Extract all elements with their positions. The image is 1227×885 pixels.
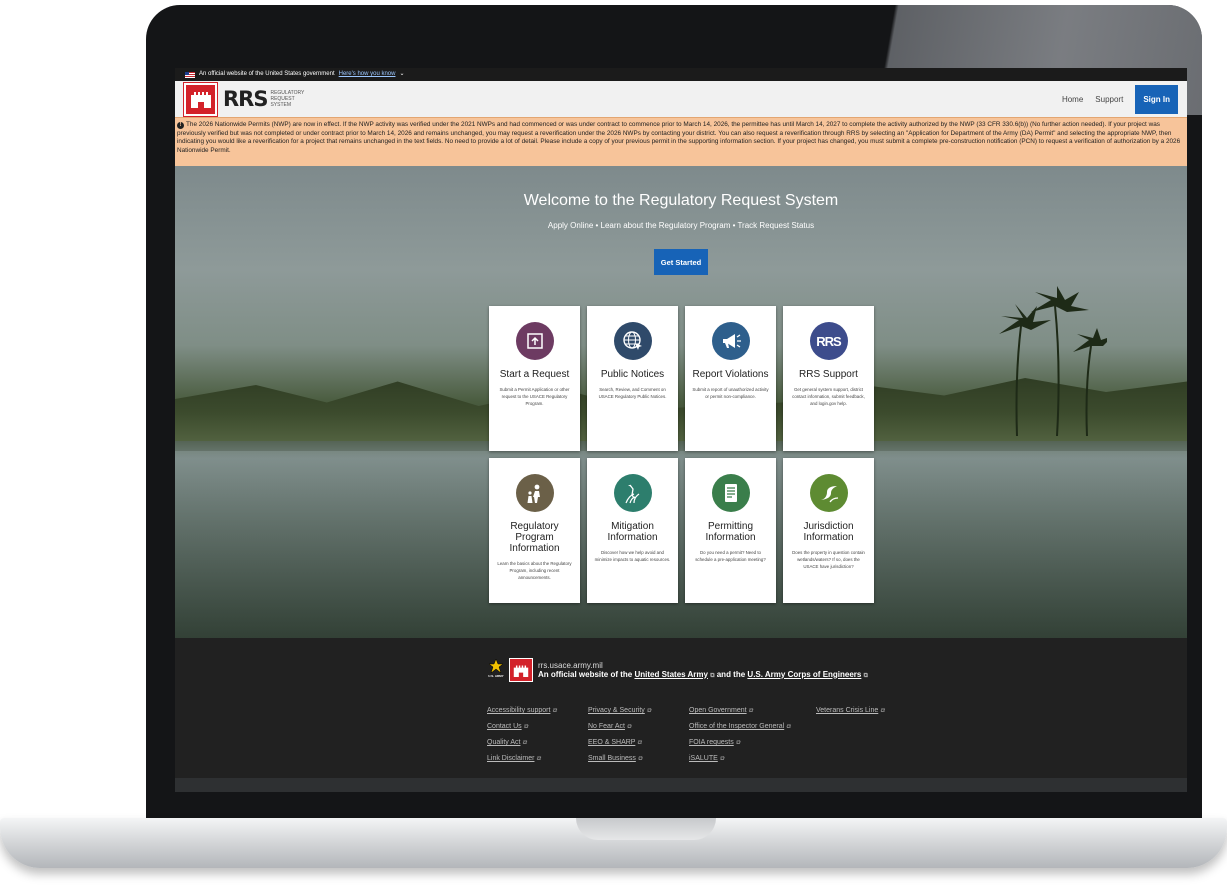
card-title: Start a Request xyxy=(499,369,570,380)
external-link-icon: ⧉ xyxy=(735,740,740,746)
alert-icon: ! xyxy=(177,122,184,129)
hero-background-palms xyxy=(999,286,1107,436)
nav-support-link[interactable]: Support xyxy=(1095,95,1123,104)
card-description: Submit a Permit Application or other req… xyxy=(499,387,570,406)
site-header: RRS REGULATORY REQUEST SYSTEM Home Suppo… xyxy=(175,81,1187,117)
feature-cards: Start a Request Submit a Permit Applicat… xyxy=(489,306,874,603)
bird-plant-icon xyxy=(613,474,652,512)
external-link-icon: ⧉ xyxy=(710,672,715,679)
footer-link[interactable]: Small Business xyxy=(588,755,636,762)
card-start-a-request[interactable]: Start a Request Submit a Permit Applicat… xyxy=(489,306,580,451)
us-flag-icon xyxy=(185,71,195,78)
card-title: Report Violations xyxy=(692,369,769,380)
card-public-notices[interactable]: Public Notices Search, Review, and Comme… xyxy=(587,306,678,451)
card-title: Public Notices xyxy=(600,369,665,380)
get-started-button[interactable]: Get Started xyxy=(654,249,708,275)
browser-screen: An official website of the United States… xyxy=(175,68,1187,792)
gov-banner-text: An official website of the United States… xyxy=(199,71,335,77)
chevron-down-icon[interactable]: ⌄ xyxy=(399,68,404,81)
globe-cursor-icon xyxy=(613,322,652,360)
site-footer: U.S. ARMY rrs.usace.army.mil An official… xyxy=(175,638,1187,778)
external-link-icon: ⧉ xyxy=(536,756,541,762)
footer-link[interactable]: Contact Us xyxy=(487,723,522,730)
card-description: Search, Review, and Comment on USACE Reg… xyxy=(598,387,667,399)
card-title: RRS Support xyxy=(799,369,858,380)
external-link-icon: ⧉ xyxy=(646,708,652,714)
external-link-icon: ⧉ xyxy=(637,740,642,746)
card-mitigation-information[interactable]: Mitigation Information Discover how we h… xyxy=(587,458,678,603)
card-title: Jurisdiction Information xyxy=(803,521,854,543)
usace-castle-logo-footer[interactable] xyxy=(509,658,533,682)
external-link-icon: ⧉ xyxy=(626,724,632,730)
and-the-text: and the xyxy=(716,669,746,679)
people-icon xyxy=(515,474,554,512)
card-permitting-information[interactable]: Permitting Information Do you need a per… xyxy=(685,458,776,603)
card-description: Do you need a permit? Need to schedule a… xyxy=(695,550,766,562)
card-description: Discover how we help avoid and minimize … xyxy=(594,550,671,562)
footer-link[interactable]: Veterans Crisis Line xyxy=(816,707,878,714)
footer-link[interactable]: FOIA requests xyxy=(689,739,734,746)
army-corps-of-engineers-link[interactable]: U.S. Army Corps of Engineers xyxy=(747,670,861,679)
us-army-star-icon[interactable]: U.S. ARMY xyxy=(487,658,505,682)
external-link-icon: ⧉ xyxy=(863,672,868,679)
footer-link[interactable]: Office of the Inspector General xyxy=(689,723,784,730)
card-jurisdiction-information[interactable]: Jurisdiction Information Does the proper… xyxy=(783,458,874,603)
footer-link[interactable]: Accessibility support xyxy=(487,707,550,714)
external-link-icon: ⧉ xyxy=(748,708,753,714)
hero-subtitle: Apply Online • Learn about the Regulator… xyxy=(547,221,815,230)
heres-how-you-know-link[interactable]: Here's how you know xyxy=(339,68,396,81)
hero-section: Welcome to the Regulatory Request System… xyxy=(175,166,1187,638)
united-states-army-link[interactable]: United States Army xyxy=(634,670,708,679)
usace-castle-logo[interactable] xyxy=(184,82,217,116)
nav-home-link[interactable]: Home xyxy=(1062,95,1083,104)
footer-link[interactable]: Link Disclaimer xyxy=(487,755,534,762)
megaphone-icon xyxy=(711,322,750,360)
landscape-icon xyxy=(809,474,848,512)
footer-links: Accessibility support ⧉ Privacy & Securi… xyxy=(487,707,936,763)
rrs-icon: RRS xyxy=(809,322,848,360)
external-link-icon: ⧉ xyxy=(719,756,725,762)
nwp-alert-banner: ! The 2026 Nationwide Permits (NWP) are n… xyxy=(175,117,1187,166)
card-title: Mitigation Information xyxy=(607,521,658,543)
upload-icon xyxy=(515,322,554,360)
footer-link[interactable]: Privacy & Security xyxy=(588,707,645,714)
main-nav: Home Support Sign In xyxy=(1062,84,1178,114)
external-link-icon: ⧉ xyxy=(552,708,557,714)
external-link-icon: ⧉ xyxy=(522,740,527,746)
hero-title: Welcome to the Regulatory Request System xyxy=(523,192,839,209)
card-title: Regulatory Program Information xyxy=(509,521,560,554)
footer-domain: rrs.usace.army.mil xyxy=(538,660,603,670)
card-description: Learn the basics about the Regulatory Pr… xyxy=(497,561,572,580)
rrs-icon-glyph: RRS xyxy=(816,333,841,349)
footer-link[interactable]: No Fear Act xyxy=(588,723,625,730)
card-regulatory-program-information[interactable]: Regulatory Program Information Learn the… xyxy=(489,458,580,603)
external-link-icon: ⧉ xyxy=(637,756,643,762)
footer-brand: U.S. ARMY rrs.usace.army.mil An official… xyxy=(487,658,868,682)
laptop-notch xyxy=(576,818,716,840)
sign-in-button[interactable]: Sign In xyxy=(1135,84,1178,114)
card-report-violations[interactable]: Report Violations Submit a report of una… xyxy=(685,306,776,451)
footer-link[interactable]: Open Government xyxy=(689,707,747,714)
external-link-icon: ⧉ xyxy=(523,724,528,730)
rrs-logo[interactable]: RRS xyxy=(223,87,268,111)
external-link-icon: ⧉ xyxy=(880,708,885,714)
card-description: Get general system support, district con… xyxy=(792,387,865,406)
footer-official-text: rrs.usace.army.mil An official website o… xyxy=(538,661,868,680)
rrs-logo-subtitle: REGULATORY REQUEST SYSTEM xyxy=(270,90,305,108)
card-rrs-support[interactable]: RRS RRS Support Get general system suppo… xyxy=(783,306,874,451)
us-army-label: U.S. ARMY xyxy=(488,674,504,678)
card-description: Does the property in question contain we… xyxy=(792,550,865,569)
footer-link[interactable]: EEO & SHARP xyxy=(588,739,635,746)
card-description: Submit a report of unauthorized activity… xyxy=(692,387,769,399)
card-title: Permitting Information xyxy=(705,521,756,543)
footer-link[interactable]: iSALUTE xyxy=(689,755,718,762)
footer-link[interactable]: Quality Act xyxy=(487,739,520,746)
document-icon xyxy=(711,474,750,512)
alert-text: The 2026 Nationwide Permits (NWP) are no… xyxy=(177,121,1181,154)
external-link-icon: ⧉ xyxy=(786,724,791,730)
footer-official-line: An official website of the United States… xyxy=(538,670,868,680)
gov-banner: An official website of the United States… xyxy=(175,68,1187,81)
official-pre-text: An official website of the xyxy=(538,669,633,679)
